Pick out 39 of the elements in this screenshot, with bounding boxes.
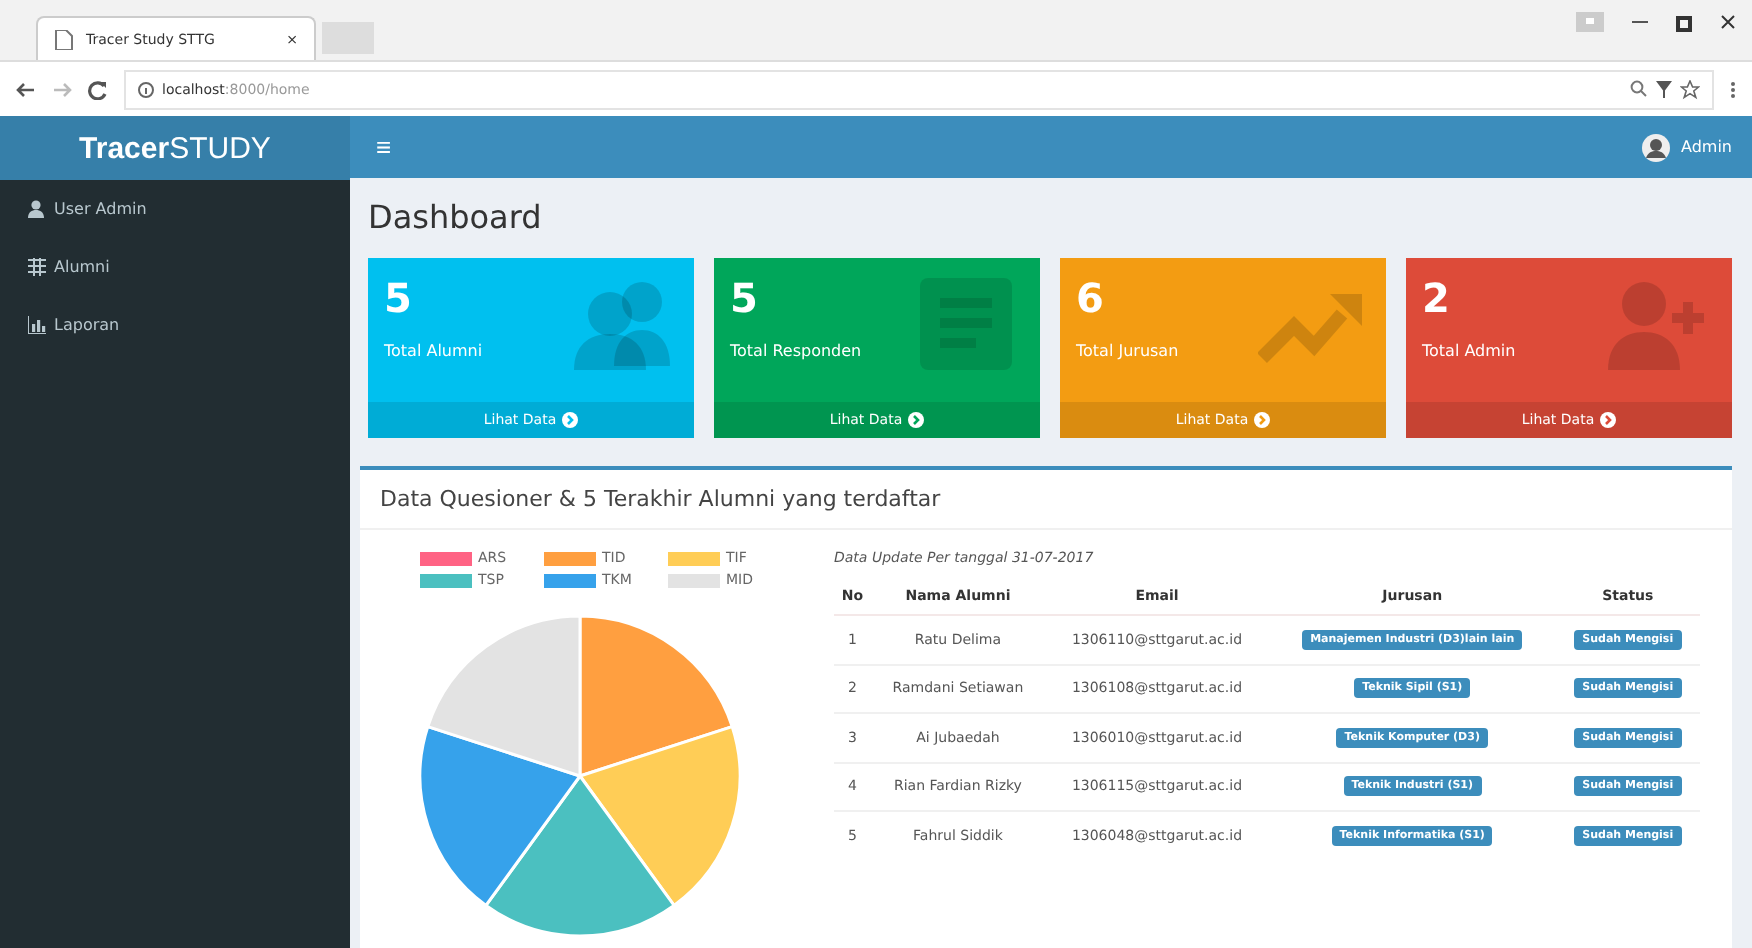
search-icon[interactable] bbox=[1630, 80, 1648, 98]
legend-swatch bbox=[668, 551, 720, 565]
panel-title: Data Quesioner & 5 Terakhir Alumni yang terdaftar bbox=[360, 470, 1732, 530]
stat-value: 2 bbox=[1422, 274, 1452, 322]
close-icon[interactable] bbox=[1720, 14, 1736, 30]
avatar-icon bbox=[1641, 133, 1669, 162]
info-icon bbox=[138, 81, 154, 97]
stat-value: 5 bbox=[384, 274, 414, 322]
sidebar-item[interactable]: Laporan bbox=[0, 296, 350, 354]
more-icon[interactable] bbox=[1730, 79, 1736, 99]
arrow-circle-icon bbox=[1254, 412, 1271, 428]
sidebar-item[interactable]: User Admin bbox=[0, 180, 350, 238]
bar-chart-icon bbox=[28, 316, 46, 334]
stat-label: Total Alumni bbox=[384, 342, 485, 360]
page-icon bbox=[54, 29, 74, 49]
sidebar-item[interactable]: Alumni bbox=[0, 238, 350, 296]
stat-value: 5 bbox=[730, 274, 760, 322]
stat-label: Total Responden bbox=[730, 342, 864, 360]
back-icon[interactable] bbox=[16, 79, 36, 99]
menu-button[interactable]: ≡ bbox=[370, 132, 398, 163]
arrow-circle-icon bbox=[1600, 412, 1617, 428]
page-title: Dashboard bbox=[368, 198, 544, 241]
stat-value: 6 bbox=[1076, 274, 1106, 322]
legend-swatch bbox=[544, 573, 596, 587]
stat-label: Total Admin bbox=[1422, 342, 1518, 360]
arrow-circle-icon bbox=[562, 412, 579, 428]
star-icon[interactable] bbox=[1680, 79, 1700, 99]
arrow-circle-icon bbox=[908, 412, 925, 428]
reload-icon[interactable] bbox=[88, 79, 108, 99]
restore-icon[interactable] bbox=[1676, 13, 1692, 31]
legend-swatch bbox=[544, 551, 596, 565]
stat-label: Total Jurusan bbox=[1076, 342, 1181, 360]
legend-swatch bbox=[420, 551, 472, 565]
user-menu[interactable]: Admin bbox=[1641, 133, 1732, 162]
user-icon bbox=[28, 200, 46, 218]
legend-swatch bbox=[668, 573, 720, 587]
legend-swatch bbox=[420, 573, 472, 587]
table-icon bbox=[28, 258, 46, 276]
app-logo[interactable]: TracerSTUDY bbox=[0, 116, 350, 180]
